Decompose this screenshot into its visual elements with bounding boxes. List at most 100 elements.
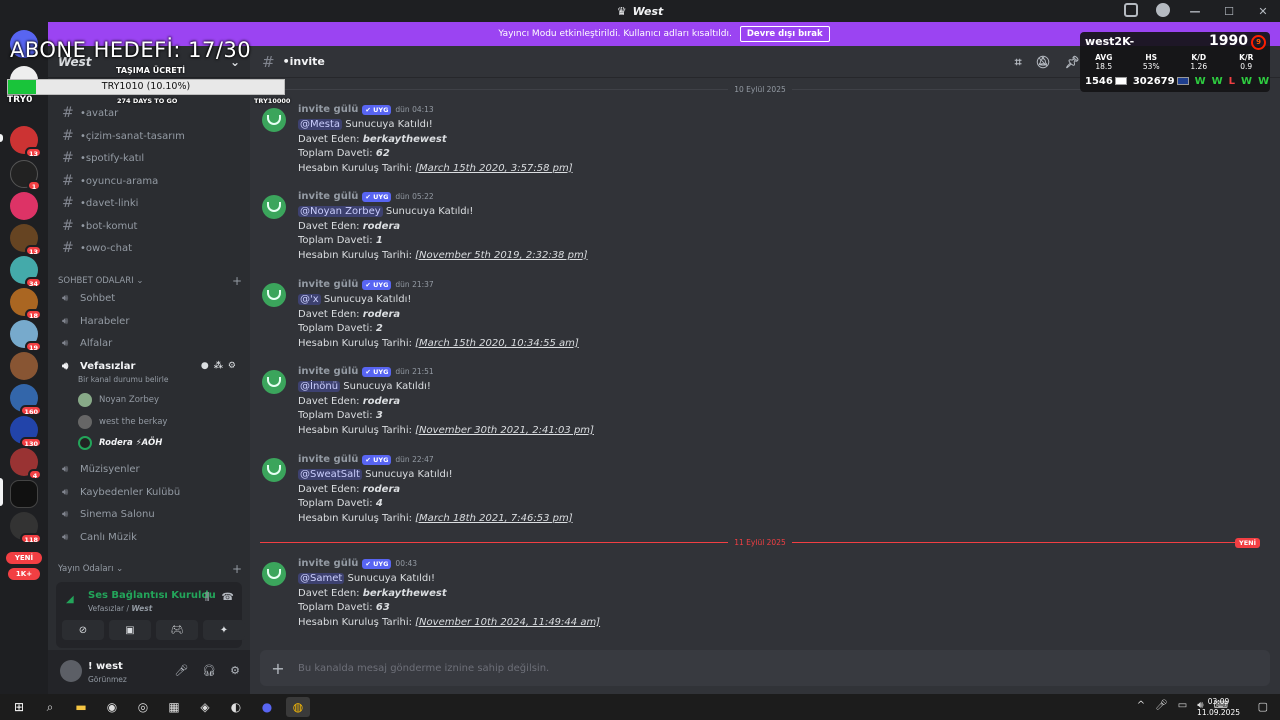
- author[interactable]: invite gülü: [298, 558, 358, 569]
- author[interactable]: invite gülü: [298, 279, 358, 290]
- server-icon[interactable]: 13: [10, 224, 42, 256]
- voice-status[interactable]: Ses Bağlantısı Kuruldu: [88, 590, 216, 601]
- voice-channel-item[interactable]: 🔊︎ Müzisyenler: [56, 459, 242, 479]
- channel-item[interactable]: # •çizim-sanat-tasarım: [56, 126, 242, 146]
- bot-avatar[interactable]: [262, 370, 286, 394]
- server-icon[interactable]: 4: [10, 448, 42, 480]
- voice-channel-active[interactable]: 🔊︎ Vefasızlar ● ⁂ ⚙: [56, 356, 242, 376]
- voice-channel-item[interactable]: 🔊︎ Sohbet: [56, 288, 242, 308]
- server-icon[interactable]: 130: [10, 416, 42, 448]
- user-mention[interactable]: @İnönü: [298, 381, 341, 392]
- timestamp: dün 04:13: [395, 105, 434, 114]
- timestamp: dün 05:22: [395, 192, 434, 201]
- user-mention[interactable]: @'x: [298, 294, 321, 305]
- server-icon[interactable]: 34: [10, 256, 42, 288]
- bot-avatar[interactable]: [262, 283, 286, 307]
- server-icon[interactable]: 13: [10, 126, 42, 158]
- server-icon[interactable]: 118: [10, 512, 42, 544]
- disconnect-icon[interactable]: ☎: [222, 592, 234, 603]
- screen-share-button[interactable]: ▣: [109, 620, 151, 640]
- microphone-icon[interactable]: 🎤︎: [174, 664, 188, 677]
- bot-avatar[interactable]: [262, 458, 286, 482]
- start-button[interactable]: ⊞: [7, 697, 31, 717]
- chat-icon[interactable]: ●: [201, 361, 209, 371]
- voice-channel-item[interactable]: 🔊︎ Kaybedenler Kulübü: [56, 482, 242, 502]
- pin-icon[interactable]: 📌︎: [1065, 55, 1080, 70]
- author[interactable]: invite gülü: [298, 191, 358, 202]
- mention-badge: 13: [24, 245, 42, 256]
- voice-user-speaking[interactable]: Rodera ⚡AÖH: [78, 434, 238, 452]
- invite-icon[interactable]: ⁂: [214, 361, 223, 371]
- app-icon[interactable]: ◉: [100, 697, 124, 717]
- file-explorer-icon[interactable]: ▬: [69, 697, 93, 717]
- hash-icon: #: [62, 128, 74, 144]
- username[interactable]: ! west: [88, 661, 123, 672]
- system-clock[interactable]: 03:09 11.09.2025: [1197, 696, 1240, 718]
- server-icon[interactable]: [10, 192, 38, 220]
- user-mention[interactable]: @SweatSalt: [298, 469, 362, 480]
- author[interactable]: invite gülü: [298, 366, 358, 377]
- channel-item[interactable]: # •avatar: [56, 103, 242, 123]
- chrome-icon[interactable]: ◍: [286, 697, 310, 717]
- voice-user[interactable]: west the berkay: [78, 413, 238, 431]
- channel-item[interactable]: # •davet-linki: [56, 193, 242, 213]
- headphones-icon[interactable]: 🎧︎: [202, 664, 216, 677]
- avatar[interactable]: [60, 660, 82, 682]
- app-icon[interactable]: ◐: [224, 697, 248, 717]
- mute-icon[interactable]: 🔕︎: [1036, 55, 1051, 70]
- search-icon[interactable]: ⌕: [38, 697, 62, 717]
- add-channel-icon[interactable]: +: [232, 274, 242, 288]
- threads-icon[interactable]: ⌗: [1015, 55, 1022, 70]
- close-button[interactable]: ✕: [1246, 5, 1280, 18]
- channel-item[interactable]: # •owo-chat: [56, 238, 242, 258]
- voice-user[interactable]: Noyan Zorbey: [78, 391, 238, 409]
- bot-avatar[interactable]: [262, 562, 286, 586]
- help-icon[interactable]: [1156, 3, 1170, 17]
- server-icon[interactable]: 19: [10, 320, 42, 352]
- noise-suppression-icon[interactable]: ⫼: [205, 592, 210, 603]
- steam-icon[interactable]: ◎: [131, 697, 155, 717]
- user-mention[interactable]: @Noyan Zorbey: [298, 206, 383, 217]
- notification-icon[interactable]: ▢: [1258, 700, 1268, 713]
- user-mention[interactable]: @Mesta: [298, 119, 343, 130]
- channel-item[interactable]: # •oyuncu-arama: [56, 171, 242, 191]
- microphone-icon[interactable]: 🎤︎: [1155, 700, 1168, 711]
- bot-avatar[interactable]: [262, 108, 286, 132]
- activity-button[interactable]: 🎮︎: [156, 620, 198, 640]
- channel-item[interactable]: # •spotify-katıl: [56, 148, 242, 168]
- gear-icon[interactable]: ⚙: [230, 664, 240, 677]
- gear-icon[interactable]: ⚙: [228, 361, 236, 371]
- voice-channel-item[interactable]: 🔊︎ Harabeler: [56, 311, 242, 331]
- server-icon-west[interactable]: [10, 480, 38, 508]
- server-icon[interactable]: 18: [10, 288, 42, 320]
- category-stream[interactable]: Yayın Odaları ⌄ +: [58, 562, 242, 576]
- category-voice[interactable]: SOHBET ODALARI ⌄ +: [58, 274, 242, 288]
- calculator-icon[interactable]: ▦: [162, 697, 186, 717]
- disable-streamer-mode-button[interactable]: Devre dışı bırak: [739, 26, 830, 42]
- network-icon[interactable]: ▭: [1178, 700, 1187, 711]
- author[interactable]: invite gülü: [298, 104, 358, 115]
- discord-icon[interactable]: ●: [255, 697, 279, 717]
- maximize-button[interactable]: ☐: [1212, 5, 1246, 18]
- user-mention[interactable]: @Samet: [298, 573, 345, 584]
- minimize-button[interactable]: —: [1178, 5, 1212, 18]
- app-tag: ✔ UYG: [362, 454, 392, 465]
- app-icon[interactable]: ◈: [193, 697, 217, 717]
- voice-channel-item[interactable]: 🔊︎ Sinema Salonu: [56, 504, 242, 524]
- soundboard-button[interactable]: ✦: [203, 620, 245, 640]
- chevron-up-icon[interactable]: ^: [1137, 700, 1145, 711]
- inbox-icon[interactable]: [1124, 3, 1138, 17]
- message-composer[interactable]: + Bu kanalda mesaj gönderme iznine sahip…: [260, 650, 1270, 686]
- camera-off-button[interactable]: ⊘: [62, 620, 104, 640]
- server-icon[interactable]: 160: [10, 384, 42, 416]
- voice-channel-item[interactable]: 🔊︎ Alfalar: [56, 333, 242, 353]
- server-icon[interactable]: 1: [10, 160, 41, 191]
- channel-status[interactable]: Bir kanal durumu belirle: [78, 375, 168, 384]
- add-channel-icon[interactable]: +: [232, 562, 242, 576]
- bot-avatar[interactable]: [262, 195, 286, 219]
- author[interactable]: invite gülü: [298, 454, 358, 465]
- add-attachment-icon[interactable]: +: [260, 659, 296, 678]
- channel-item[interactable]: # •bot-komut: [56, 216, 242, 236]
- server-icon[interactable]: [10, 352, 38, 380]
- voice-channel-item[interactable]: 🔊︎ Canlı Müzik: [56, 527, 242, 547]
